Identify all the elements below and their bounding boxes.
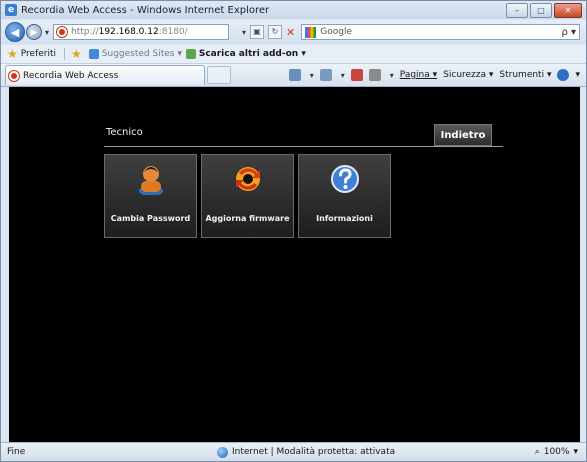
update-arrows-icon	[235, 167, 260, 191]
home-icon[interactable]	[288, 69, 301, 81]
information-tile[interactable]: Informazioni	[298, 154, 391, 238]
feeds-icon[interactable]	[319, 69, 332, 81]
url-host: 192.168.0.12	[98, 27, 159, 37]
back-arrow-icon[interactable]: ◀	[5, 22, 25, 42]
url-scheme: http://	[71, 27, 99, 37]
page-title: Tecnico	[106, 127, 143, 138]
command-bar: ▾ ▾ ▾ Pagina ▾ Sicurezza ▾ Strumenti ▾ ▾	[288, 69, 586, 81]
favorites-button[interactable]: Preferiti	[21, 49, 56, 59]
globe-icon	[217, 446, 228, 458]
tab-bar: Recordia Web Access ▾ ▾ ▾ Pagina ▾ Sicur…	[1, 64, 586, 87]
add-favorite-icon[interactable]: ★	[71, 47, 82, 61]
ie-logo-icon: e	[5, 4, 17, 16]
url-port: :8180/	[158, 27, 188, 37]
tab-site-icon	[9, 70, 19, 81]
security-menu[interactable]: Sicurezza ▾	[443, 70, 493, 80]
tab-recordia[interactable]: Recordia Web Access	[5, 65, 205, 85]
address-toolbar: ◀ ▶ ▾ http:// 192.168.0.12 :8180/ ▾ ▣ ↻ …	[1, 20, 586, 44]
refresh-icon[interactable]: ↻	[268, 25, 283, 39]
tile-label: Informazioni	[316, 214, 373, 223]
tile-label: Cambia Password	[110, 214, 191, 223]
close-button[interactable]: ✕	[554, 3, 582, 18]
addons-icon	[185, 49, 196, 59]
security-zone[interactable]: Internet | Modalità protetta: attivata	[217, 446, 396, 458]
address-tools: ▾ ▣ ↻ ✕	[239, 25, 295, 39]
stop-icon[interactable]: ✕	[286, 26, 295, 39]
divider	[104, 146, 503, 147]
search-field[interactable]: Google ρ ▾	[301, 24, 580, 40]
suggested-sites-label: Suggested Sites ▾	[101, 49, 182, 59]
address-dropdown-icon[interactable]: ▾	[242, 28, 246, 37]
zoom-value: 100%	[543, 447, 570, 457]
zone-label: Internet | Modalità protetta: attivata	[232, 447, 396, 457]
minimize-button[interactable]: –	[506, 3, 528, 18]
status-bar: Fine Internet | Modalità protetta: attiv…	[1, 442, 586, 461]
more-addons-label: Scarica altri add-on ▾	[198, 49, 306, 59]
window-title: Recordia Web Access - Windows Internet E…	[21, 4, 270, 16]
zoom-dropdown-icon[interactable]: ▾	[573, 447, 578, 457]
site-icon	[57, 27, 68, 37]
tile-label: Aggiorna firmware	[205, 214, 290, 223]
google-icon	[305, 26, 317, 38]
user-icon	[138, 166, 163, 195]
page-menu[interactable]: Pagina ▾	[400, 70, 437, 80]
home-dropdown-icon[interactable]: ▾	[310, 71, 314, 80]
new-tab-button[interactable]	[207, 66, 231, 84]
tools-menu[interactable]: Strumenti ▾	[499, 70, 551, 80]
web-content: Tecnico Indietro Cambia Password Aggiorn…	[9, 87, 580, 443]
suggested-sites-item[interactable]: Suggested Sites ▾	[88, 49, 182, 59]
zoom-icon: ⌕	[534, 447, 540, 457]
change-password-tile[interactable]: Cambia Password	[104, 154, 197, 238]
tile-grid: Cambia Password Aggiorna firmware Inform…	[104, 154, 391, 238]
status-text: Fine	[7, 447, 26, 457]
browser-window: e Recordia Web Access - Windows Internet…	[0, 0, 587, 462]
mail-icon[interactable]	[350, 69, 363, 81]
divider	[64, 48, 66, 60]
favorites-bar: ★ Preferiti ★ Suggested Sites ▾ Scarica …	[1, 45, 586, 64]
maximize-button[interactable]: □	[530, 3, 552, 18]
zoom-control[interactable]: ⌕ 100% ▾	[535, 447, 578, 457]
back-button[interactable]: Indietro	[434, 124, 492, 146]
history-dropdown-icon[interactable]: ▾	[45, 28, 49, 37]
search-placeholder: Google	[320, 27, 352, 37]
address-field[interactable]: http:// 192.168.0.12 :8180/	[53, 24, 230, 40]
help-icon[interactable]	[557, 69, 570, 81]
question-icon	[330, 165, 359, 193]
print-dropdown-icon[interactable]: ▾	[390, 71, 394, 80]
tab-title: Recordia Web Access	[23, 70, 119, 81]
favorites-star-icon[interactable]: ★	[7, 47, 18, 61]
feeds-dropdown-icon[interactable]: ▾	[341, 71, 345, 80]
print-icon[interactable]	[368, 69, 381, 81]
help-dropdown-icon[interactable]: ▾	[575, 70, 580, 80]
suggested-sites-icon	[88, 49, 99, 59]
more-addons-item[interactable]: Scarica altri add-on ▾	[185, 49, 306, 59]
search-icon[interactable]: ρ ▾	[561, 27, 576, 38]
forward-arrow-icon[interactable]: ▶	[26, 24, 42, 40]
update-firmware-tile[interactable]: Aggiorna firmware	[201, 154, 294, 238]
compatibility-icon[interactable]: ▣	[250, 25, 265, 39]
title-bar: e Recordia Web Access - Windows Internet…	[1, 1, 586, 19]
window-controls: – □ ✕	[506, 3, 582, 18]
